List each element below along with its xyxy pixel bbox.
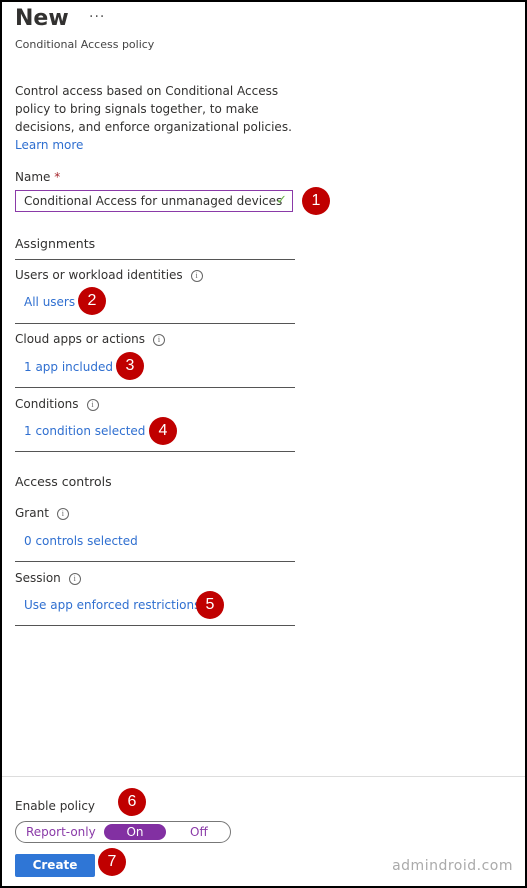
callout-badge-4: 4 — [149, 417, 177, 445]
conditions-link[interactable]: 1 condition selected — [24, 424, 145, 438]
name-label-text: Name — [15, 170, 51, 184]
cloud-apps-link[interactable]: 1 app included — [24, 360, 113, 374]
description: Control access based on Conditional Acce… — [15, 82, 305, 154]
option-on[interactable]: On — [104, 824, 166, 840]
callout-badge-6: 6 — [118, 788, 146, 816]
callout-badge-7: 7 — [98, 848, 126, 876]
info-icon[interactable]: i — [86, 399, 99, 411]
page-title: New — [15, 6, 69, 31]
divider — [15, 451, 295, 452]
name-input[interactable]: Conditional Access for unmanaged devices… — [15, 190, 293, 212]
assignments-heading: Assignments — [15, 236, 96, 251]
divider — [15, 323, 295, 324]
more-options-button[interactable]: ··· — [89, 9, 105, 25]
info-icon[interactable]: i — [56, 508, 69, 520]
watermark: admindroid.com — [392, 858, 513, 874]
learn-more-link[interactable]: Learn more — [15, 138, 83, 152]
access-controls-heading: Access controls — [15, 474, 112, 489]
info-icon[interactable]: i — [190, 270, 203, 282]
page-subtitle: Conditional Access policy — [15, 38, 155, 51]
session-label: Session i — [15, 571, 81, 585]
grant-label: Grant i — [15, 506, 69, 520]
name-label: Name * — [15, 170, 60, 184]
callout-badge-2: 2 — [78, 287, 106, 315]
footer-divider — [2, 776, 525, 777]
required-marker: * — [54, 170, 61, 184]
divider — [15, 625, 295, 626]
callout-badge-3: 3 — [116, 352, 144, 380]
create-button[interactable]: Create — [15, 854, 95, 877]
users-link[interactable]: All users — [24, 295, 75, 309]
option-off[interactable]: Off — [190, 825, 208, 839]
conditions-label: Conditions i — [15, 397, 99, 411]
session-label-text: Session — [15, 571, 61, 585]
name-input-value: Conditional Access for unmanaged devices — [24, 194, 283, 208]
check-icon: ✓ — [276, 193, 287, 208]
info-icon[interactable]: i — [68, 573, 81, 585]
divider — [15, 387, 295, 388]
callout-badge-1: 1 — [302, 187, 330, 215]
info-icon[interactable]: i — [153, 334, 166, 346]
callout-badge-5: 5 — [196, 591, 224, 619]
enable-policy-label: Enable policy — [15, 799, 96, 813]
option-report-only[interactable]: Report-only — [26, 825, 96, 839]
cloud-apps-label: Cloud apps or actions i — [15, 332, 166, 346]
cloud-apps-label-text: Cloud apps or actions — [15, 332, 146, 346]
divider — [15, 259, 295, 260]
conditions-label-text: Conditions — [15, 397, 79, 411]
divider — [15, 561, 295, 562]
grant-label-text: Grant — [15, 506, 49, 520]
description-text: Control access based on Conditional Acce… — [15, 84, 292, 134]
users-label-text: Users or workload identities — [15, 268, 183, 282]
users-label: Users or workload identities i — [15, 268, 203, 282]
session-link[interactable]: Use app enforced restrictions — [24, 598, 200, 612]
enable-policy-toggle[interactable]: Report-only On Off — [15, 821, 231, 843]
grant-link[interactable]: 0 controls selected — [24, 534, 138, 548]
